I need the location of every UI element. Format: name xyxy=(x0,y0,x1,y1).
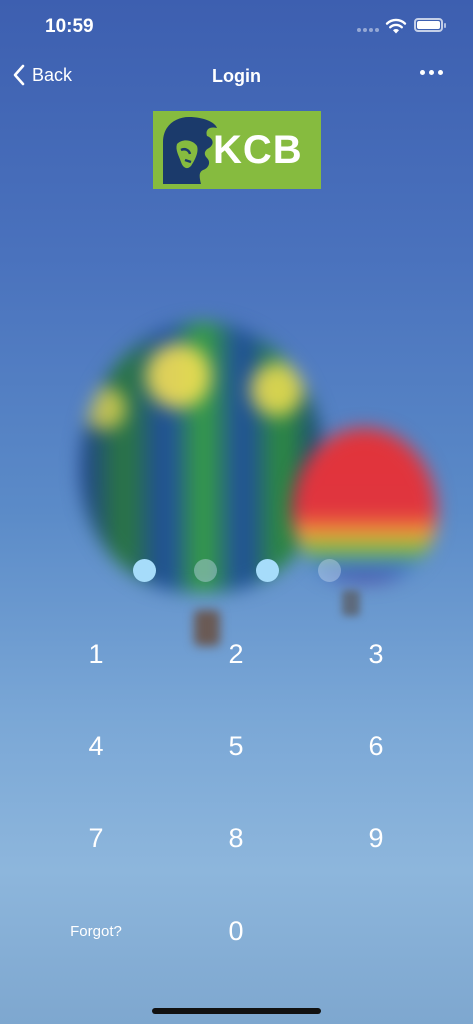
chevron-left-icon xyxy=(13,64,25,86)
pin-dot-3 xyxy=(256,559,279,582)
pin-keypad: 1 2 3 4 5 6 7 8 9 Forgot? 0 xyxy=(0,608,473,978)
status-bar: 10:59 xyxy=(0,0,473,54)
kcb-logo: KCB xyxy=(153,111,321,189)
key-4[interactable]: 4 xyxy=(36,706,156,786)
pin-dot-1 xyxy=(133,559,156,582)
navigation-bar: Back Login xyxy=(0,54,473,100)
home-indicator[interactable] xyxy=(152,1008,321,1014)
key-9[interactable]: 9 xyxy=(316,798,436,878)
green-balloon xyxy=(80,322,326,592)
wifi-icon xyxy=(385,18,407,34)
key-2[interactable]: 2 xyxy=(176,614,296,694)
logo-text: KCB xyxy=(213,128,303,172)
battery-icon xyxy=(414,18,446,32)
pin-indicator xyxy=(0,559,473,585)
key-5[interactable]: 5 xyxy=(176,706,296,786)
key-3[interactable]: 3 xyxy=(316,614,436,694)
key-0[interactable]: 0 xyxy=(176,891,296,971)
status-time: 10:59 xyxy=(45,16,94,37)
back-label: Back xyxy=(32,64,73,85)
key-1[interactable]: 1 xyxy=(36,614,156,694)
back-button[interactable]: Back xyxy=(12,64,72,86)
pin-dot-4 xyxy=(318,559,341,582)
forgot-button[interactable]: Forgot? xyxy=(36,891,156,971)
cellular-signal-icon xyxy=(357,28,379,32)
key-6[interactable]: 6 xyxy=(316,706,436,786)
ellipsis-icon[interactable] xyxy=(420,70,443,75)
lion-logo-icon xyxy=(163,117,217,184)
key-8[interactable]: 8 xyxy=(176,798,296,878)
key-7[interactable]: 7 xyxy=(36,798,156,878)
pin-dot-2 xyxy=(194,559,217,582)
